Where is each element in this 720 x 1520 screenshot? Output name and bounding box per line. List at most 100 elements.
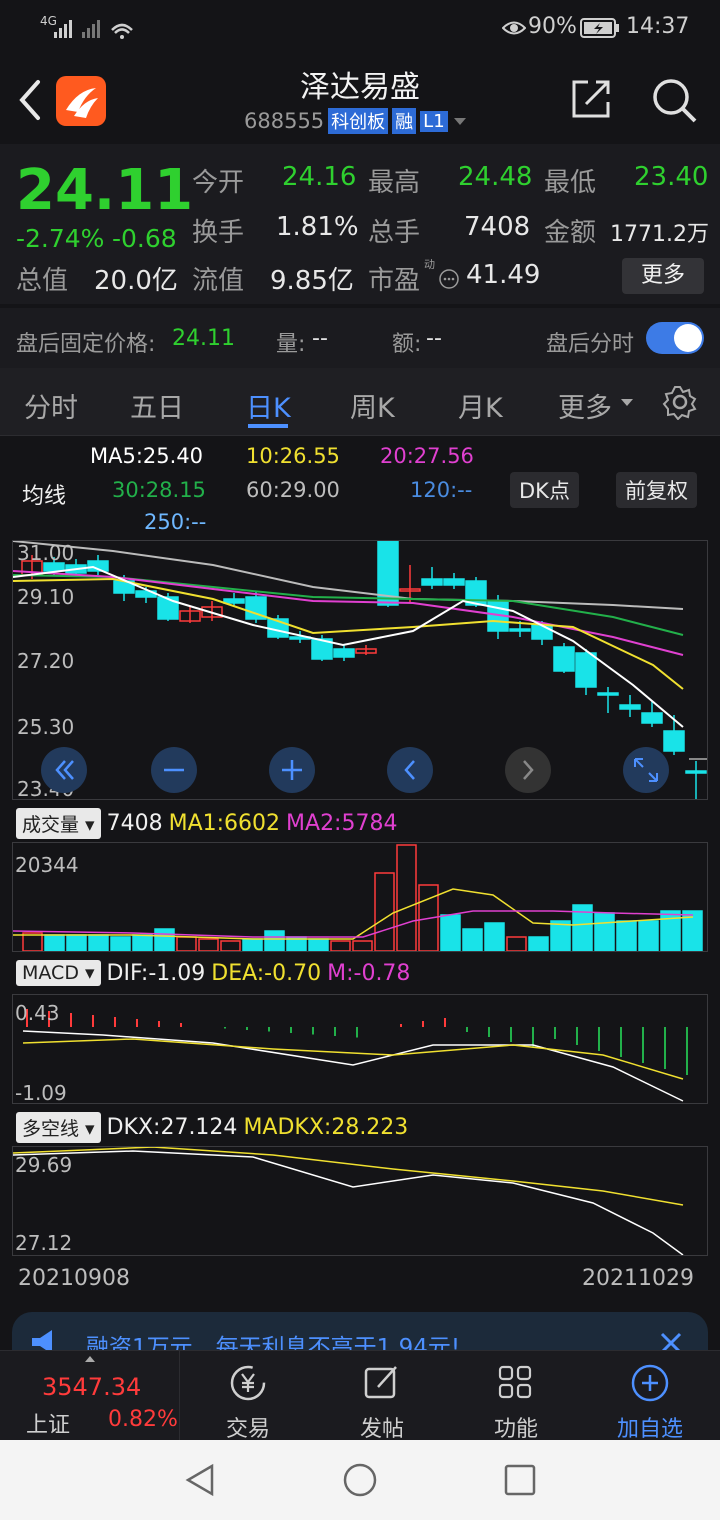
tab-weekly-k[interactable]: 周K xyxy=(350,386,395,425)
double-chevron-left-icon xyxy=(55,760,74,780)
after-hours-price-label: 盘后固定价格: xyxy=(16,332,156,357)
macd-indicator-selector[interactable]: MACD ▾ xyxy=(16,960,101,986)
forward-adjust-button[interactable]: 前复权 xyxy=(616,472,697,508)
volume-header: 成交量 ▾ 7408 MA1:6602 MA2:5784 xyxy=(16,808,397,839)
caret-down-icon[interactable] xyxy=(452,115,468,127)
volume-bar xyxy=(44,934,65,951)
volume-bar xyxy=(660,910,681,951)
after-hours-vol-label: 量: xyxy=(276,332,306,357)
dkx-chart[interactable]: 29.69 27.12 xyxy=(12,1146,708,1256)
nav-function[interactable]: 功能 xyxy=(456,1361,576,1443)
status-bar: 4G 90% 14:37 xyxy=(0,0,720,56)
stock-code-row: 688555 科创板 融 L1 xyxy=(244,108,468,134)
float-value: 9.85亿 xyxy=(270,266,354,296)
close-icon[interactable] xyxy=(656,1328,686,1352)
macd-m: M:-0.78 xyxy=(327,960,411,986)
index-ticker[interactable]: 3547.34 上证 0.82% xyxy=(0,1351,180,1441)
battery-percent: 90% xyxy=(528,14,577,39)
ma120-value: 120:-- xyxy=(410,478,473,502)
zoom-in-button[interactable] xyxy=(269,747,315,793)
plus-icon xyxy=(282,760,302,780)
scroll-left-fast-button[interactable] xyxy=(41,747,87,793)
caret-down-icon[interactable] xyxy=(620,398,634,408)
tab-daily-k[interactable]: 日K xyxy=(246,386,291,425)
after-hours-timeshare-label: 盘后分时 xyxy=(546,332,635,357)
after-hours-vol: -- xyxy=(312,326,328,351)
volume-bar xyxy=(594,912,615,951)
header-bar: 泽达易盛 688555 科创板 融 L1 xyxy=(0,56,720,144)
tab-timeshare[interactable]: 分时 xyxy=(24,386,78,425)
volume-bar xyxy=(506,936,527,951)
pe-label: 市盈 xyxy=(368,266,421,296)
level-badge: L1 xyxy=(420,110,448,132)
macd-dif-line xyxy=(22,1030,684,1102)
candle-body xyxy=(597,692,619,696)
up-arrow-icon xyxy=(85,1356,95,1362)
volume-ma1: MA1:6602 xyxy=(168,811,281,836)
home-circle-icon[interactable] xyxy=(342,1462,378,1498)
nav-function-label: 功能 xyxy=(493,1417,538,1442)
ma-label[interactable]: 均线 xyxy=(22,478,66,510)
tab-monthly-k[interactable]: 月K xyxy=(458,386,503,425)
chevron-left-icon xyxy=(404,760,415,780)
margin-badge: 融 xyxy=(392,108,417,134)
volume-bar xyxy=(440,914,461,951)
nav-add-watchlist-label: 加自选 xyxy=(616,1417,683,1442)
macd-chart[interactable]: 0.43 -1.09 xyxy=(12,994,708,1105)
clock: 14:37 xyxy=(626,14,690,39)
tab-five-day[interactable]: 五日 xyxy=(130,386,184,425)
toggle-knob xyxy=(674,324,702,352)
recents-square-icon[interactable] xyxy=(502,1462,538,1498)
chevron-right-icon xyxy=(523,760,534,780)
ma20-value: 20:27.56 xyxy=(380,444,474,468)
battery-icon xyxy=(580,18,619,38)
macd-dea: DEA:-0.70 xyxy=(211,960,322,986)
volume-bar xyxy=(638,920,659,951)
amount-label: 金额 xyxy=(544,218,597,248)
volume-bar xyxy=(242,938,263,951)
nav-post[interactable]: 发帖 xyxy=(322,1361,442,1443)
after-hours-toggle[interactable] xyxy=(646,322,704,354)
scroll-left-button[interactable] xyxy=(387,747,433,793)
nav-trade[interactable]: 交易 xyxy=(188,1361,308,1443)
promo-banner[interactable]: 融资1万元，每天利息不高于1.94元! xyxy=(12,1312,708,1352)
ma30-value: 30:28.15 xyxy=(112,478,206,502)
promo-text: 融资1万元，每天利息不高于1.94元! xyxy=(86,1335,461,1352)
more-button[interactable]: 更多 xyxy=(622,258,704,294)
edit-icon xyxy=(364,1366,397,1399)
volume-bar xyxy=(374,872,395,951)
volume-bar xyxy=(154,928,175,951)
volume-bar xyxy=(528,936,549,951)
nav-post-label: 发帖 xyxy=(359,1417,404,1442)
macd-dif: DIF:-1.09 xyxy=(106,960,206,986)
volume-chart[interactable]: 20344 xyxy=(12,842,708,952)
candle-body xyxy=(553,646,575,672)
fullscreen-button[interactable] xyxy=(623,747,669,793)
dk-point-button[interactable]: DK点 xyxy=(510,472,579,508)
back-triangle-icon[interactable] xyxy=(182,1462,218,1498)
macd-header: MACD ▾ DIF:-1.09 DEA:-0.70 M:-0.78 xyxy=(16,960,410,986)
kline-ylabel-4: 25.30 xyxy=(17,715,75,739)
scroll-right-button[interactable] xyxy=(505,747,551,793)
settings-gear-icon[interactable] xyxy=(662,384,698,420)
signal-wifi-icon xyxy=(54,20,133,39)
tab-more[interactable]: 更多 xyxy=(558,386,612,425)
amount-value: 1771.2万 xyxy=(610,222,709,247)
date-end: 20211029 xyxy=(582,1266,694,1291)
macd-ylabel-bottom: -1.09 xyxy=(15,1081,67,1105)
info-icon[interactable] xyxy=(438,268,460,290)
after-hours-row: 盘后固定价格: 24.11 量: -- 额: -- 盘后分时 xyxy=(0,308,720,368)
nav-add-watchlist[interactable]: 加自选 xyxy=(590,1361,710,1443)
volume-indicator-selector[interactable]: 成交量 ▾ xyxy=(16,808,101,839)
search-icon[interactable] xyxy=(650,76,698,124)
zoom-out-button[interactable] xyxy=(151,747,197,793)
share-icon[interactable] xyxy=(568,76,614,122)
stock-code: 688555 xyxy=(244,109,325,133)
volume-ma2: MA2:5784 xyxy=(286,811,398,836)
dkx-indicator-selector[interactable]: 多空线 ▾ xyxy=(16,1112,101,1143)
kline-chart[interactable]: 31.00 29.10 27.20 25.30 23.40 xyxy=(12,540,708,801)
kline-ylabel-2: 29.10 xyxy=(17,585,75,609)
candle-body xyxy=(641,712,663,724)
active-tab-indicator xyxy=(248,424,288,428)
chart-period-tabs: 分时 五日 日K 周K 月K 更多 xyxy=(0,368,720,436)
